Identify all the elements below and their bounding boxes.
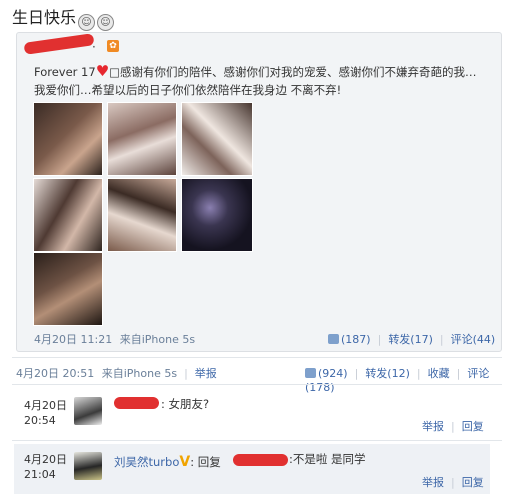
- comment-author[interactable]: [114, 397, 159, 409]
- photo-thumbnail[interactable]: [107, 178, 177, 252]
- photo-grid: [33, 102, 253, 326]
- post-time[interactable]: 4月20日 11:21: [34, 333, 112, 346]
- comment-actions: 举报 | 回复: [422, 474, 484, 490]
- comment-text: :不是啦 是同学: [289, 452, 366, 466]
- photo-thumbnail[interactable]: [33, 102, 103, 176]
- comment-timestamp: 4月20日 21:04: [24, 452, 67, 482]
- photo-thumbnail[interactable]: [33, 252, 103, 326]
- comment-reply-prefix: : 回复: [190, 455, 221, 469]
- divider-line: [12, 384, 502, 385]
- heart-icon: ♥: [95, 62, 110, 80]
- thumb-up-icon[interactable]: [305, 368, 316, 378]
- repost-source[interactable]: 来自iPhone 5s: [102, 367, 177, 380]
- post-text-prefix: Forever 17: [34, 65, 96, 79]
- comment-report-link[interactable]: 举报: [422, 420, 444, 433]
- comment-actions: 举报 | 回复: [422, 418, 484, 434]
- author-name-tail: ·: [92, 40, 96, 54]
- divider: |: [377, 333, 382, 346]
- post-actions: (187) | 转发(17) | 评论(44): [328, 331, 495, 347]
- comment-date: 4月20日: [24, 453, 67, 466]
- verified-v-icon: V: [179, 454, 191, 470]
- repost-time[interactable]: 4月20日 20:51: [16, 367, 94, 380]
- divider: |: [354, 367, 359, 380]
- face-emoji-icon: ☺: [97, 14, 115, 31]
- post-like-count[interactable]: (187): [341, 333, 371, 346]
- divider: |: [451, 476, 455, 489]
- post-meta: 4月20日 11:21 来自iPhone 5s: [34, 331, 195, 347]
- repost-like-count[interactable]: (924): [318, 367, 348, 380]
- divider: |: [439, 333, 444, 346]
- comment-timestamp: 4月20日 20:54: [24, 398, 67, 428]
- repost-meta: 4月20日 20:51 来自iPhone 5s | 举报: [16, 365, 217, 381]
- photo-thumbnail[interactable]: [33, 178, 103, 252]
- comment-date: 4月20日: [24, 399, 67, 412]
- comment-author-line: 刘昊然turboV: 回复: [114, 451, 221, 470]
- thumb-up-icon[interactable]: [328, 334, 339, 344]
- divider: |: [416, 367, 421, 380]
- comment-reply-link[interactable]: 回复: [462, 420, 484, 433]
- comment-text: : 女朋友?: [161, 397, 210, 411]
- photo-thumbnail[interactable]: [181, 178, 253, 252]
- repost-actions: (924) | 转发(12) | 收藏 | 评论(178): [305, 365, 506, 394]
- member-badge-icon: ✿: [107, 40, 119, 52]
- post-repost-link[interactable]: 转发(17): [388, 333, 433, 346]
- divider-line: [12, 440, 502, 441]
- post-comment-link[interactable]: 评论(44): [451, 333, 496, 346]
- divider: |: [184, 367, 188, 380]
- comment-author[interactable]: 刘昊然turbo: [114, 455, 179, 469]
- repost-report-link[interactable]: 举报: [195, 367, 217, 380]
- heading-text: 生日快乐: [12, 8, 77, 27]
- post-heading: 生日快乐 ☺ ☺: [12, 4, 115, 31]
- redacted-reply-target: [233, 454, 288, 466]
- comment-time: 21:04: [24, 468, 56, 481]
- divider: |: [456, 367, 461, 380]
- divider-line: [12, 357, 502, 358]
- post-source[interactable]: 来自iPhone 5s: [120, 333, 195, 346]
- comment-time: 20:54: [24, 414, 56, 427]
- repost-favorite-link[interactable]: 收藏: [428, 367, 450, 380]
- comment-reply-link[interactable]: 回复: [462, 476, 484, 489]
- repost-repost-link[interactable]: 转发(12): [365, 367, 410, 380]
- divider: |: [451, 420, 455, 433]
- photo-thumbnail[interactable]: [107, 102, 177, 176]
- avatar[interactable]: [74, 397, 102, 425]
- face-emoji-icon: ☺: [78, 14, 96, 31]
- redacted-commenter-name: [114, 397, 159, 409]
- comment-report-link[interactable]: 举报: [422, 476, 444, 489]
- post-text: Forever 17♥□感谢有你们的陪伴、感谢你们对我的宠爱、感谢你们不嫌弃奇葩…: [34, 62, 479, 99]
- avatar[interactable]: [74, 452, 102, 480]
- photo-thumbnail[interactable]: [181, 102, 253, 176]
